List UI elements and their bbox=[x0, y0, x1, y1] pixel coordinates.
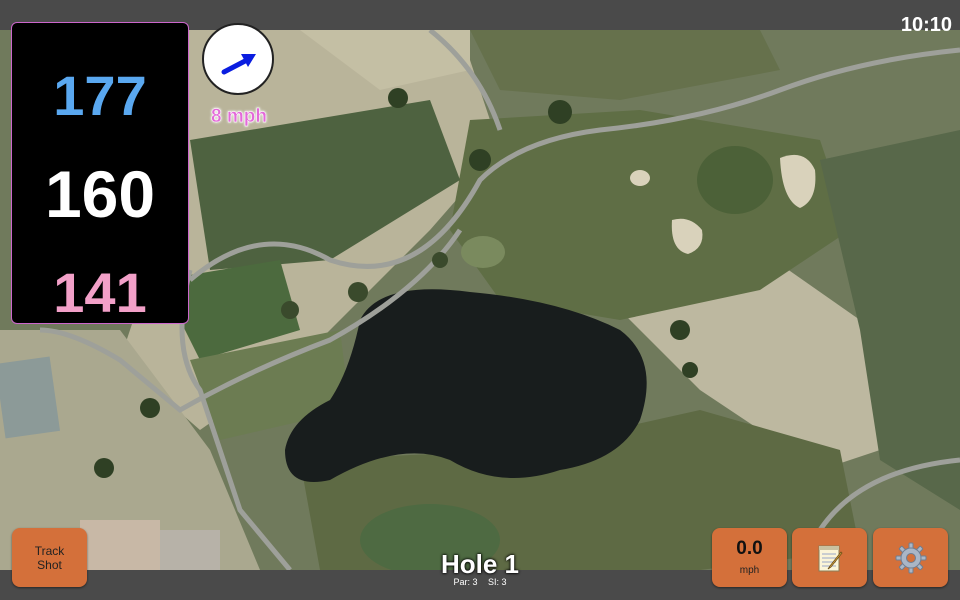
hole-title: Hole 1 bbox=[440, 549, 520, 579]
distance-middle: 160 bbox=[44, 157, 156, 231]
track-shot-label-line1: Track bbox=[34, 543, 65, 558]
wind-indicator bbox=[202, 23, 274, 95]
gear-icon bbox=[895, 542, 926, 573]
track-shot-label-line2: Shot bbox=[37, 557, 62, 572]
track-shot-button[interactable]: Track Shot bbox=[12, 528, 87, 587]
hole-si: SI: 3 bbox=[488, 577, 507, 587]
distance-back: 177 bbox=[53, 64, 147, 127]
notes-button[interactable] bbox=[792, 528, 867, 587]
distance-front: 141 bbox=[53, 261, 147, 324]
hole-par: Par: 3 bbox=[453, 577, 478, 587]
wind-direction-arrow-icon bbox=[221, 54, 256, 75]
clock: 10:10 bbox=[900, 14, 952, 36]
speed-value: 0.0 bbox=[736, 538, 763, 559]
settings-button[interactable] bbox=[873, 528, 948, 587]
hole-info: Par: 3 SI: 3 bbox=[380, 577, 580, 587]
speed-button[interactable]: 0.0 mph bbox=[712, 528, 787, 587]
distance-panel: 177 160 141 bbox=[11, 22, 189, 324]
speed-unit: mph bbox=[739, 565, 760, 576]
notepad-icon bbox=[818, 545, 843, 571]
wind-speed-label: 8 mph bbox=[211, 106, 267, 127]
